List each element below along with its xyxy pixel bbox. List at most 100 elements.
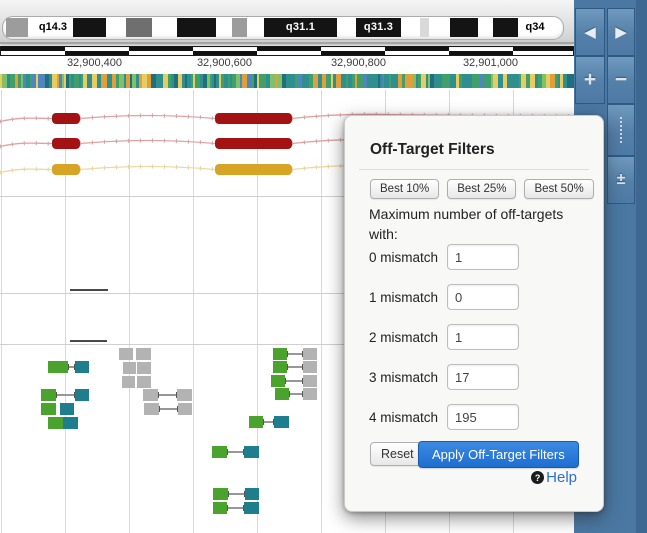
guide-pair-box-gray[interactable] <box>177 389 192 401</box>
guide-pair-box-teal[interactable] <box>63 417 78 429</box>
mismatch-row: 1 mismatch <box>369 284 519 310</box>
conservation-heatmap-track <box>0 74 574 88</box>
gridline <box>129 90 130 533</box>
pan-right-icon: ▶ <box>615 23 627 41</box>
guide-pair-box-green[interactable] <box>249 416 263 428</box>
pan-left-button[interactable]: ◀ <box>575 8 605 56</box>
mismatch-label-2: 2 mismatch <box>369 330 447 345</box>
chromosome-band <box>493 18 518 37</box>
scale-cell <box>1 51 65 55</box>
guide-pair-box-green[interactable] <box>213 488 228 500</box>
guide-pair-box-teal[interactable] <box>274 416 289 428</box>
pair-connector-tick <box>263 419 264 425</box>
pair-connector <box>285 380 303 382</box>
guide-pair-box-teal[interactable] <box>244 446 259 458</box>
guide-pair-box-green[interactable] <box>41 389 56 401</box>
guide-pair-box-gray[interactable] <box>303 375 317 387</box>
guide-pair-box-gray[interactable] <box>303 388 317 400</box>
mismatch-label-3: 3 mismatch <box>369 370 447 385</box>
pair-connector <box>289 393 303 395</box>
guide-pair-box-teal[interactable] <box>75 389 89 401</box>
help-link[interactable]: ? Help <box>531 469 577 486</box>
guide-pair-box-green[interactable] <box>48 417 63 429</box>
pair-connector-tick <box>228 491 229 497</box>
guide-segment[interactable] <box>70 289 108 291</box>
zoom-in-button[interactable]: + <box>575 56 605 104</box>
guide-pair-box-green[interactable] <box>275 388 289 400</box>
guide-pair-box-green[interactable] <box>271 375 285 387</box>
track-height-handle-button[interactable] <box>607 104 635 156</box>
guide-pair-box-green[interactable] <box>212 446 227 458</box>
guide-pair-box-gray[interactable] <box>144 403 159 415</box>
guide-pair-box-gray[interactable] <box>143 389 158 401</box>
guide-pair-box-gray[interactable] <box>137 376 151 388</box>
scale-cell <box>257 51 321 55</box>
mismatch-row: 3 mismatch <box>369 364 519 390</box>
mismatch-input-2[interactable] <box>447 324 519 350</box>
scale-cell <box>513 51 574 55</box>
guide-pair-box-green[interactable] <box>213 502 227 514</box>
chromosome-band <box>126 18 152 37</box>
off-target-filters-panel: Off-Target Filters Best 10% Best 25% Best … <box>344 115 604 512</box>
guide-pair-box-gray[interactable] <box>137 362 151 374</box>
mismatch-input-3[interactable] <box>447 364 519 390</box>
mismatch-input-4[interactable] <box>447 404 519 430</box>
gridline <box>321 90 322 533</box>
band-label: q31.3 <box>356 21 401 33</box>
scale-cell <box>193 51 257 55</box>
scale-cell <box>65 51 129 55</box>
preset-button-best-25-[interactable]: Best 25% <box>447 179 516 199</box>
sidebar-edge-strip <box>636 0 647 533</box>
panel-title: Off-Target Filters <box>370 141 495 159</box>
pair-connector <box>56 394 75 396</box>
ideogram-bar: q31.1q31.3q14.3q34 <box>0 0 574 44</box>
apply-off-target-filters-button[interactable]: Apply Off-Target Filters <box>418 441 579 468</box>
preset-button-best-10-[interactable]: Best 10% <box>370 179 439 199</box>
guide-segment[interactable] <box>70 340 107 342</box>
pair-connector <box>227 507 244 509</box>
gridline <box>1 90 2 533</box>
mismatch-input-1[interactable] <box>447 284 519 310</box>
ruler-scale-bar <box>0 46 574 56</box>
guide-pair-box-green[interactable] <box>273 348 287 360</box>
gridline <box>65 90 66 533</box>
coordinate-label: 32,900,400 <box>47 57 122 69</box>
pan-left-icon: ◀ <box>584 23 596 41</box>
chromosome-band <box>450 18 478 37</box>
mismatch-input-0[interactable] <box>447 244 519 270</box>
pair-connector-tick <box>158 392 159 398</box>
pair-connector-tick <box>159 406 160 412</box>
guide-pair-box-gray[interactable] <box>123 362 136 374</box>
scale-toggle-button[interactable]: ± <box>607 156 635 204</box>
guide-pair-box-gray[interactable] <box>303 348 317 360</box>
chromosome-band <box>177 18 216 37</box>
pan-right-button[interactable]: ▶ <box>607 8 635 56</box>
guide-pair-box-teal[interactable] <box>244 502 259 514</box>
guide-pair-box-gray[interactable] <box>136 348 151 360</box>
guide-pair-box-green[interactable] <box>273 361 287 373</box>
dotted-line-icon <box>620 117 622 143</box>
guide-pair-box-teal[interactable] <box>245 488 259 500</box>
guide-pair-box-green[interactable] <box>48 361 68 373</box>
pair-connector-tick <box>227 505 228 511</box>
pair-connector-tick <box>287 351 288 357</box>
zoom-out-button[interactable]: − <box>607 56 635 104</box>
preset-button-best-50-[interactable]: Best 50% <box>524 179 593 199</box>
pair-connector <box>227 451 244 453</box>
guide-pair-box-gray[interactable] <box>178 403 192 415</box>
reset-button[interactable]: Reset <box>370 442 425 466</box>
mismatch-row: 2 mismatch <box>369 324 519 350</box>
guide-pair-box-gray[interactable] <box>303 361 317 373</box>
minus-icon: − <box>615 68 627 92</box>
scale-cell <box>129 51 193 55</box>
chromosome-ideogram[interactable]: q31.1q31.3q14.3q34 <box>2 16 564 40</box>
guide-pair-box-green[interactable] <box>41 403 56 415</box>
pair-connector <box>287 353 303 355</box>
coordinate-label: 32,901,000 <box>443 57 518 69</box>
pair-connector <box>159 408 178 410</box>
guide-pair-box-gray[interactable] <box>119 348 133 360</box>
guide-pair-box-teal[interactable] <box>60 403 74 415</box>
pair-connector-tick <box>68 364 69 370</box>
guide-pair-box-gray[interactable] <box>122 376 135 388</box>
guide-pair-box-teal[interactable] <box>75 361 89 373</box>
